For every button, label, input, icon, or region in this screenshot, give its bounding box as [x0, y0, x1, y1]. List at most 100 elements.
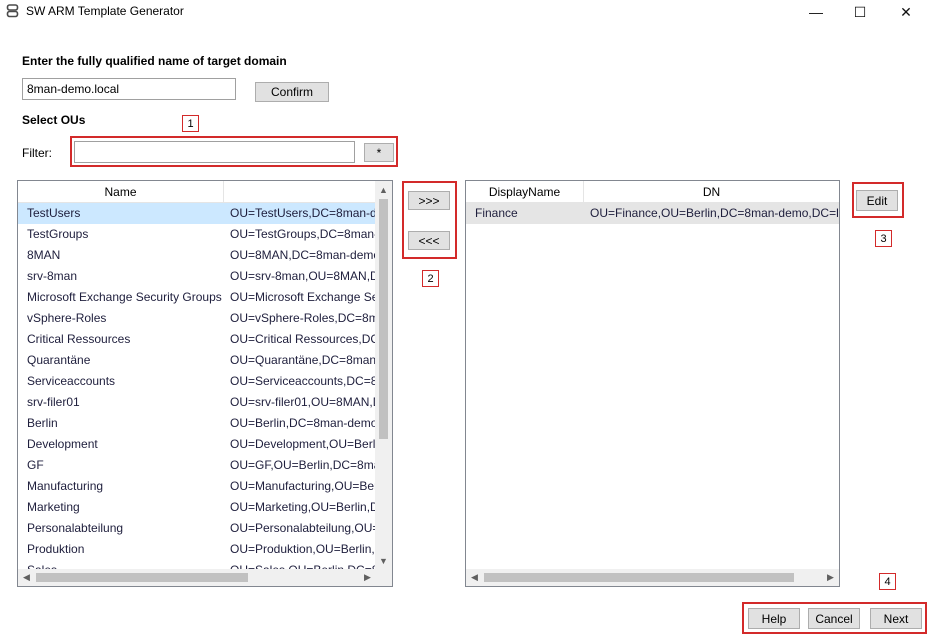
domain-label: Enter the fully qualified name of target… — [22, 54, 287, 68]
cancel-button[interactable]: Cancel — [808, 608, 860, 629]
list-item-dn: OU=srv-filer01,OU=8MAN,DC=8man-demo,DC=l… — [230, 395, 376, 409]
scroll-thumb[interactable] — [484, 573, 794, 582]
list-item-dn: OU=Berlin,DC=8man-demo,DC=local — [230, 416, 376, 430]
column-header-displayname[interactable]: DisplayName — [466, 181, 584, 203]
next-button[interactable]: Next — [870, 608, 922, 629]
minimize-button[interactable]: — — [794, 0, 838, 24]
list-item[interactable]: vSphere-Roles OU=vSphere-Roles,DC=8man-de… — [18, 308, 376, 329]
list-item-name: Personalabteilung — [27, 521, 124, 535]
selected-ou-list-rows: Finance OU=Finance,OU=Berlin,DC=8man-demo… — [466, 203, 839, 224]
maximize-icon: ☐ — [853, 3, 867, 20]
list-item-name: Microsoft Exchange Security Groups — [27, 290, 222, 304]
list-item[interactable]: Berlin OU=Berlin,DC=8man-demo,DC=local — [18, 413, 376, 434]
list-item-dn: OU=Marketing,OU=Berlin,DC=8man-demo,DC=l… — [230, 500, 376, 514]
list-item-dn: OU=Produktion,OU=Berlin,DC=8man-demo,DC=… — [230, 542, 376, 556]
ou-list-horizontal-scrollbar[interactable]: ◀ ▶ — [18, 569, 376, 586]
list-item[interactable]: TestUsers OU=TestUsers,DC=8man-demo,DC=lo… — [18, 203, 376, 224]
scroll-right-icon[interactable]: ▶ — [359, 569, 376, 586]
list-item-dn: OU=Serviceaccounts,DC=8man-demo,DC=local — [230, 374, 376, 388]
window-title: SW ARM Template Generator — [26, 4, 184, 18]
scroll-up-icon[interactable]: ▲ — [375, 181, 392, 198]
list-item-dn: OU=Microsoft Exchange Security Groups,DC… — [230, 290, 376, 304]
list-item-name: GF — [27, 458, 44, 472]
title-bar: SW ARM Template Generator — ☐ ✕ — [0, 0, 929, 26]
list-item-name: Development — [27, 437, 98, 451]
list-item-dn: OU=TestUsers,DC=8man-demo,DC=local — [230, 206, 376, 220]
list-item-name: srv-filer01 — [27, 395, 80, 409]
select-ous-label: Select OUs — [22, 113, 86, 127]
selected-ou-list-header: DisplayName DN — [466, 181, 839, 203]
scroll-thumb[interactable] — [36, 573, 248, 582]
selected-ou-list[interactable]: DisplayName DN Finance OU=Finance,OU=Berl… — [465, 180, 840, 587]
list-item[interactable]: Produktion OU=Produktion,OU=Berlin,DC=8ma… — [18, 539, 376, 560]
list-item[interactable]: Manufacturing OU=Manufacturing,OU=Berlin,… — [18, 476, 376, 497]
app-icon — [6, 4, 19, 18]
scroll-down-icon[interactable]: ▼ — [375, 552, 392, 569]
list-item-dn: OU=Personalabteilung,OU=Berlin,DC=8man-d… — [230, 521, 376, 535]
list-item[interactable]: Critical Ressources OU=Critical Ressource… — [18, 329, 376, 350]
list-item-dn: OU=Finance,OU=Berlin,DC=8man-demo,DC=loc… — [590, 206, 839, 220]
list-item-dn: OU=vSphere-Roles,DC=8man-demo,DC=local — [230, 311, 376, 325]
filter-label: Filter: — [22, 146, 52, 160]
list-item-name: TestUsers — [27, 206, 81, 220]
add-selected-button[interactable]: >>> — [408, 191, 450, 210]
list-item-name: Berlin — [27, 416, 58, 430]
list-item-name: Serviceaccounts — [27, 374, 116, 388]
ou-list-vertical-scrollbar[interactable]: ▲ ▼ — [375, 181, 392, 569]
ou-list-header: Name — [18, 181, 376, 203]
scroll-corner — [375, 569, 392, 586]
column-header-name[interactable]: Name — [18, 181, 224, 203]
list-item[interactable]: GF OU=GF,OU=Berlin,DC=8man-demo,DC=local — [18, 455, 376, 476]
confirm-button[interactable]: Confirm — [255, 82, 329, 102]
filter-all-button[interactable]: * — [364, 143, 394, 162]
callout-3: 3 — [875, 230, 892, 247]
scroll-right-icon[interactable]: ▶ — [822, 569, 839, 586]
list-item-name: Finance — [475, 206, 518, 220]
list-item[interactable]: Development OU=Development,OU=Berlin,DC=8… — [18, 434, 376, 455]
scroll-left-icon[interactable]: ◀ — [466, 569, 483, 586]
list-item-dn: OU=GF,OU=Berlin,DC=8man-demo,DC=local — [230, 458, 376, 472]
filter-input[interactable] — [74, 141, 355, 163]
maximize-button[interactable]: ☐ — [838, 0, 882, 24]
list-item[interactable]: Quarantäne OU=Quarantäne,DC=8man-demo,DC=… — [18, 350, 376, 371]
list-item-dn: OU=Quarantäne,DC=8man-demo,DC=local — [230, 353, 376, 367]
list-item-name: TestGroups — [27, 227, 89, 241]
list-item[interactable]: 8MAN OU=8MAN,DC=8man-demo,DC=local — [18, 245, 376, 266]
scroll-left-icon[interactable]: ◀ — [18, 569, 35, 586]
list-item[interactable]: srv-filer01 OU=srv-filer01,OU=8MAN,DC=8ma… — [18, 392, 376, 413]
list-item-dn: OU=Development,OU=Berlin,DC=8man-demo,DC… — [230, 437, 376, 451]
column-header-dn[interactable]: DN — [584, 181, 839, 203]
list-item-dn: OU=srv-8man,OU=8MAN,DC=8man-demo,DC=loca… — [230, 269, 376, 283]
list-item[interactable]: Personalabteilung OU=Personalabteilung,OU… — [18, 518, 376, 539]
list-item-name: Produktion — [27, 542, 85, 556]
callout-1: 1 — [182, 115, 199, 132]
list-item-name: srv-8man — [27, 269, 78, 283]
list-item-dn: OU=TestGroups,DC=8man-demo,DC=local — [230, 227, 376, 241]
list-item[interactable]: Serviceaccounts OU=Serviceaccounts,DC=8ma… — [18, 371, 376, 392]
ou-list[interactable]: Name TestUsers OU=TestUsers,DC=8man-demo,… — [17, 180, 393, 587]
list-item-name: Critical Ressources — [27, 332, 131, 346]
list-item[interactable]: Microsoft Exchange Security Groups OU=Mic… — [18, 287, 376, 308]
column-header-dn[interactable] — [224, 181, 376, 203]
list-item-name: Manufacturing — [27, 479, 104, 493]
list-item[interactable]: Finance OU=Finance,OU=Berlin,DC=8man-demo… — [466, 203, 839, 224]
list-item[interactable]: srv-8man OU=srv-8man,OU=8MAN,DC=8man-demo… — [18, 266, 376, 287]
edit-button[interactable]: Edit — [856, 190, 898, 211]
scroll-thumb[interactable] — [379, 199, 388, 439]
close-icon: ✕ — [900, 3, 912, 20]
list-item-name: Quarantäne — [27, 353, 91, 367]
help-button[interactable]: Help — [748, 608, 800, 629]
remove-selected-button[interactable]: <<< — [408, 231, 450, 250]
close-button[interactable]: ✕ — [884, 0, 928, 24]
list-item[interactable]: TestGroups OU=TestGroups,DC=8man-demo,DC=… — [18, 224, 376, 245]
minimize-icon: — — [809, 4, 823, 20]
list-item-name: Marketing — [27, 500, 80, 514]
list-item-dn: OU=Manufacturing,OU=Berlin,DC=8man-demo,… — [230, 479, 376, 493]
list-item-name: vSphere-Roles — [27, 311, 107, 325]
list-item-name: 8MAN — [27, 248, 61, 262]
callout-2: 2 — [422, 270, 439, 287]
list-item-dn: OU=Critical Ressources,DC=8man-demo,DC=l… — [230, 332, 376, 346]
domain-input[interactable]: 8man-demo.local — [22, 78, 236, 100]
list-item[interactable]: Marketing OU=Marketing,OU=Berlin,DC=8man-… — [18, 497, 376, 518]
selected-list-horizontal-scrollbar[interactable]: ◀ ▶ — [466, 569, 839, 586]
